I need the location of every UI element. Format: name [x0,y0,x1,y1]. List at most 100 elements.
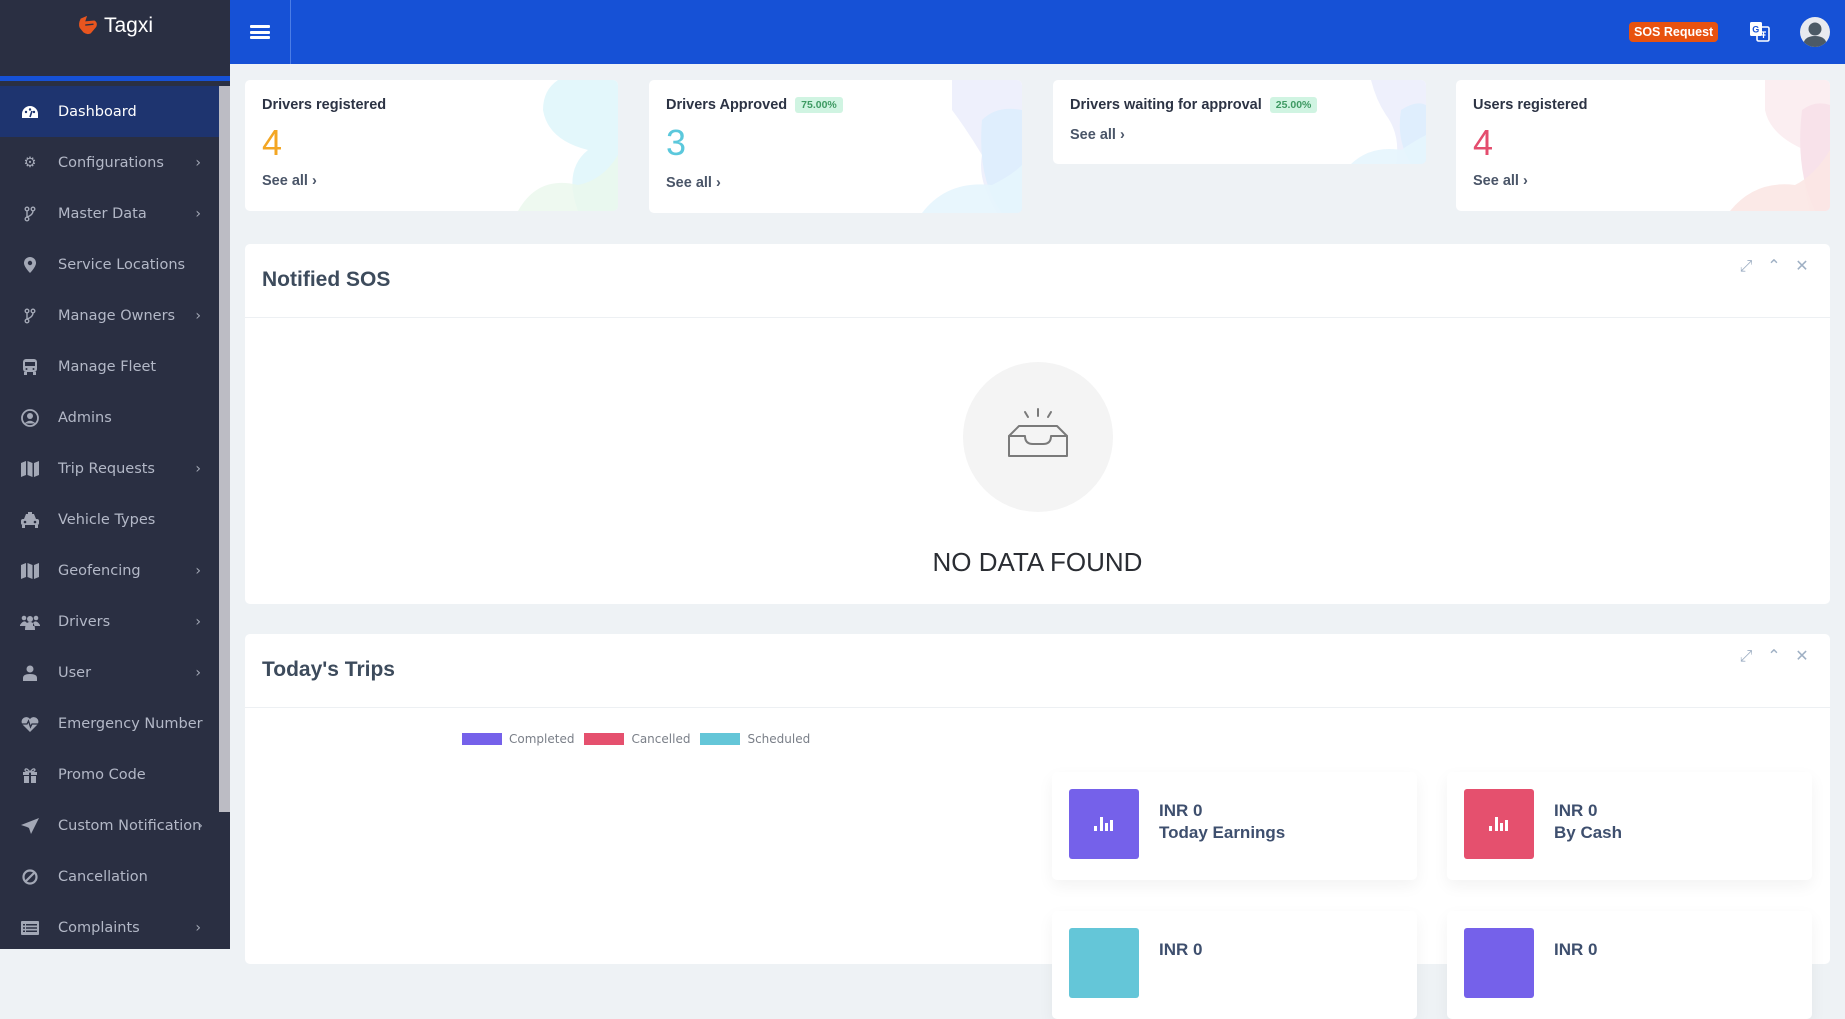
chevron-right-icon: › [195,665,201,681]
sidebar-item-label: Master Data [58,206,147,222]
map-icon [20,562,40,580]
sidebar-nav: Dashboard ⚙ Configurations › Master Data… [0,86,219,953]
see-all-link[interactable]: See all › [1070,127,1125,143]
stat-value: 4 [262,122,282,164]
sos-request-button[interactable]: SOS Request [1629,22,1718,42]
sidebar-item-manage-fleet[interactable]: Manage Fleet [0,341,219,392]
branch-icon [20,307,40,325]
expand-icon[interactable]: ⤢ [1738,256,1754,276]
chevron-right-icon: › [197,818,203,834]
sidebar-item-geofencing[interactable]: Geofencing › [0,545,219,596]
earnings-card-3: INR 0 [1052,911,1417,1019]
sidebar-item-master-data[interactable]: Master Data › [0,188,219,239]
legend-swatch-cancelled[interactable] [584,733,624,745]
card-decoration [922,80,1022,213]
sidebar-item-label: Vehicle Types [58,512,155,528]
sidebar: Tagxi Dashboard ⚙ Configurations › Maste… [0,0,230,949]
earnings-label: By Cash [1554,822,1622,844]
see-all-link[interactable]: See all › [1473,173,1528,189]
panel-title: Today's Trips [262,658,395,682]
sidebar-item-label: User [58,665,91,681]
sidebar-item-cancellation[interactable]: Cancellation [0,851,219,902]
chart-legend: Completed Cancelled Scheduled [462,732,820,746]
sidebar-item-custom-notification[interactable]: Custom Notification › [0,800,219,851]
sidebar-item-vehicle-types[interactable]: Vehicle Types [0,494,219,545]
earnings-amount: INR 0 [1554,800,1622,822]
see-all-link[interactable]: See all › [666,175,721,191]
sidebar-item-label: Geofencing [58,563,141,579]
sidebar-item-manage-owners[interactable]: Manage Owners › [0,290,219,341]
sidebar-item-admins[interactable]: Admins [0,392,219,443]
translate-icon[interactable]: G [1749,21,1771,43]
users-icon [20,613,40,631]
close-icon[interactable]: ✕ [1794,256,1810,276]
svg-text:G: G [1752,25,1759,35]
collapse-icon[interactable]: ⌃ [1766,256,1782,276]
sidebar-item-trip-requests[interactable]: Trip Requests › [0,443,219,494]
sidebar-item-promo-code[interactable]: Promo Code [0,749,219,800]
sidebar-item-drivers[interactable]: Drivers › [0,596,219,647]
bar-chart-icon [1464,928,1534,998]
paper-plane-icon [20,817,40,835]
percentage-badge: 75.00% [795,97,843,113]
legend-swatch-scheduled[interactable] [700,733,740,745]
expand-icon[interactable]: ⤢ [1738,646,1754,666]
sidebar-item-label: Promo Code [58,767,146,783]
brand[interactable]: Tagxi [0,0,230,81]
panel-tools: ⤢ ⌃ ✕ [1738,256,1810,276]
gift-icon [20,766,40,784]
legend-label[interactable]: Scheduled [747,732,810,746]
hamburger-icon [250,23,270,42]
stat-value: 4 [1473,122,1493,164]
sidebar-item-label: Dashboard [58,104,137,120]
sidebar-item-label: Trip Requests [58,461,155,477]
chevron-right-icon: › [195,206,201,222]
legend-swatch-completed[interactable] [462,733,502,745]
notified-sos-panel: Notified SOS ⤢ ⌃ ✕ NO DATA FOUND [245,244,1830,604]
sidebar-item-configurations[interactable]: ⚙ Configurations › [0,137,219,188]
sidebar-item-service-locations[interactable]: Service Locations [0,239,219,290]
heartbeat-icon [20,715,40,733]
sidebar-item-label: Manage Owners [58,308,175,324]
chevron-right-icon: › [195,920,201,936]
sidebar-item-user[interactable]: User › [0,647,219,698]
sidebar-item-complaints[interactable]: Complaints › [0,902,219,953]
panel-title: Notified SOS [262,268,390,292]
stat-card-drivers-waiting: Drivers waiting for approval25.00% See a… [1053,80,1426,164]
sidebar-item-label: Service Locations [58,257,185,273]
legend-label[interactable]: Cancelled [631,732,690,746]
panel-divider [245,317,1830,318]
sidebar-item-emergency-number[interactable]: Emergency Number [0,698,219,749]
sidebar-item-label: Complaints [58,920,140,936]
card-decoration [1326,80,1426,164]
chevron-right-icon: › [716,175,721,191]
empty-state-illustration [963,362,1113,512]
empty-state-text: NO DATA FOUND [245,547,1830,578]
see-all-link[interactable]: See all › [262,173,317,189]
bus-icon [20,358,40,376]
taxi-icon [20,511,40,529]
sidebar-item-dashboard[interactable]: Dashboard [0,86,219,137]
header-divider [290,0,291,64]
card-decoration [1730,80,1830,211]
sidebar-item-label: Configurations [58,155,164,171]
collapse-icon[interactable]: ⌃ [1766,646,1782,666]
stat-title: Drivers waiting for approval [1070,97,1262,113]
sidebar-scrollbar-thumb[interactable] [219,86,230,812]
close-icon[interactable]: ✕ [1794,646,1810,666]
stat-card-drivers-approved: Drivers Approved75.00% 3 See all › [649,80,1022,213]
top-header: SOS Request G [230,0,1845,64]
menu-toggle-button[interactable] [230,0,290,64]
legend-label[interactable]: Completed [509,732,574,746]
stat-title: Users registered [1473,97,1587,113]
chevron-right-icon: › [195,308,201,324]
card-decoration [518,80,618,211]
chevron-right-icon: › [1523,173,1528,189]
brand-name: Tagxi [104,14,153,38]
earnings-label: Today Earnings [1159,822,1285,844]
chevron-right-icon: › [195,563,201,579]
earnings-card-today: INR 0Today Earnings [1052,772,1417,880]
avatar-icon [1800,17,1830,47]
user-avatar[interactable] [1800,17,1830,47]
chevron-right-icon: › [1120,127,1125,143]
